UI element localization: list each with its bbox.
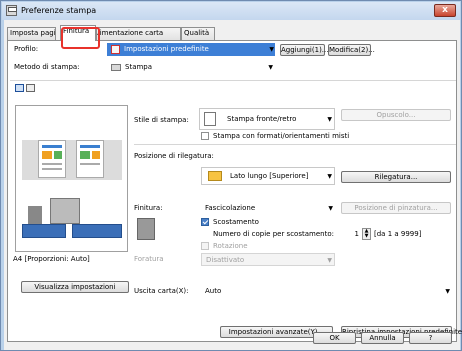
chevron-down-icon: ▼ (268, 64, 273, 71)
ok-button[interactable]: OK (313, 332, 356, 344)
chevron-down-icon: ▼ (327, 173, 332, 180)
finitura-select[interactable]: Fascicolazione ▼ (201, 202, 335, 215)
metodo-label: Metodo di stampa: (14, 63, 80, 71)
printer-preview-icon (50, 198, 80, 224)
rilegatura-label: Posizione di rilegatura: (134, 152, 214, 160)
profilo-value: Impostazioni predefinite (124, 45, 209, 53)
copie-value: 1 (354, 230, 359, 238)
metodo-select[interactable]: Stampa ▼ (107, 61, 275, 74)
rotazione-checkbox[interactable] (201, 242, 209, 250)
tab-highlight-marker (61, 27, 100, 49)
window-title: Preferenze stampa (21, 6, 97, 15)
profilo-dropdown-arrow[interactable]: ▼ (264, 43, 275, 56)
duplex-icon (204, 112, 216, 126)
preview-page-front (38, 140, 66, 178)
finishing-stack-icon (137, 218, 155, 240)
chevron-down-icon: ▼ (328, 205, 333, 212)
profile-icon (111, 45, 120, 54)
copie-spinner[interactable]: ▲ ▼ (362, 228, 371, 240)
visualizza-impostazioni-button[interactable]: Visualizza impostazioni (21, 281, 129, 293)
output-option-right[interactable] (72, 224, 122, 238)
finitura-label: Finitura: (134, 204, 163, 212)
output-option-left[interactable] (22, 224, 66, 238)
copie-input[interactable]: 1 (342, 228, 362, 241)
metodo-value: Stampa (125, 63, 153, 71)
chevron-down-icon: ▼ (445, 288, 450, 295)
page-preview (15, 105, 128, 252)
rotazione-label: Rotazione (213, 242, 248, 250)
chevron-down-icon: ▼ (269, 46, 274, 53)
mid-separator (134, 144, 456, 145)
binding-icon (208, 171, 222, 181)
stile-label: Stile di stampa: (134, 116, 189, 124)
modifica-button[interactable]: Modifica(2)... (328, 44, 375, 56)
uscita-select[interactable]: Auto ▼ (201, 285, 452, 298)
preview-shadow (22, 140, 122, 180)
aggiungi-button[interactable]: Aggiungi(1)... (280, 44, 328, 56)
printer-small-icon (111, 64, 121, 71)
tab-alimentazione-carta[interactable]: Alimentazione carta (96, 27, 181, 40)
mixed-formats-label: Stampa con formati/orientamenti misti (213, 132, 350, 140)
foratura-value: Disattivato (206, 256, 245, 264)
opuscolo-button[interactable]: Opuscolo... (341, 109, 451, 121)
scostamento-checkbox[interactable] (201, 218, 209, 226)
mixed-formats-checkbox[interactable] (201, 132, 209, 140)
print-preferences-window: Preferenze stampa x Imposta pagina Finit… (0, 0, 462, 351)
finitura-panel: Profilo: Impostazioni predefinite ▼ Aggi… (7, 40, 462, 342)
uscita-label: Uscita carta(X): (134, 287, 189, 295)
rilegatura-value: Lato lungo [Superiore] (230, 172, 309, 180)
title-bar: Preferenze stampa x (2, 2, 460, 20)
top-separator (10, 80, 456, 81)
scostamento-label: Scostamento (213, 218, 259, 226)
preview-caption: A4 [Proporzioni: Auto] (13, 255, 90, 263)
printer-icon (6, 5, 17, 16)
foratura-select[interactable]: Disattivato ▼ (201, 253, 335, 266)
close-button[interactable]: x (434, 4, 456, 17)
tab-imposta-pagina[interactable]: Imposta pagina (7, 27, 56, 40)
preview-printer-icon[interactable] (26, 84, 35, 92)
help-button[interactable]: ? (409, 332, 452, 344)
copie-range: [da 1 a 9999] (374, 230, 422, 238)
copie-label: Numero di copie per scostamento: (213, 230, 334, 238)
foratura-label: Foratura (134, 255, 164, 263)
profilo-label: Profilo: (14, 45, 39, 53)
rilegatura-select[interactable]: Lato lungo [Superiore] ▼ (201, 167, 335, 185)
profilo-select[interactable]: Impostazioni predefinite (107, 43, 275, 56)
preview-page-icon[interactable] (15, 84, 24, 92)
uscita-value: Auto (205, 287, 222, 295)
stile-select[interactable]: Stampa fronte/retro ▼ (199, 108, 335, 130)
finitura-value: Fascicolazione (205, 204, 256, 212)
rilegatura-button[interactable]: Rilegatura... (341, 171, 451, 183)
chevron-down-icon: ▼ (327, 257, 332, 264)
dialog-client-area: Imposta pagina Finitura Alimentazione ca… (4, 20, 462, 350)
paper-stack-icon (28, 206, 42, 224)
stile-value: Stampa fronte/retro (227, 115, 297, 123)
annulla-button[interactable]: Annulla (361, 332, 404, 344)
preview-page-back (76, 140, 104, 178)
tab-qualita[interactable]: Qualità (181, 27, 215, 40)
pinzatura-button[interactable]: Posizione di pinzatura... (341, 202, 451, 214)
chevron-down-icon: ▼ (327, 116, 332, 123)
